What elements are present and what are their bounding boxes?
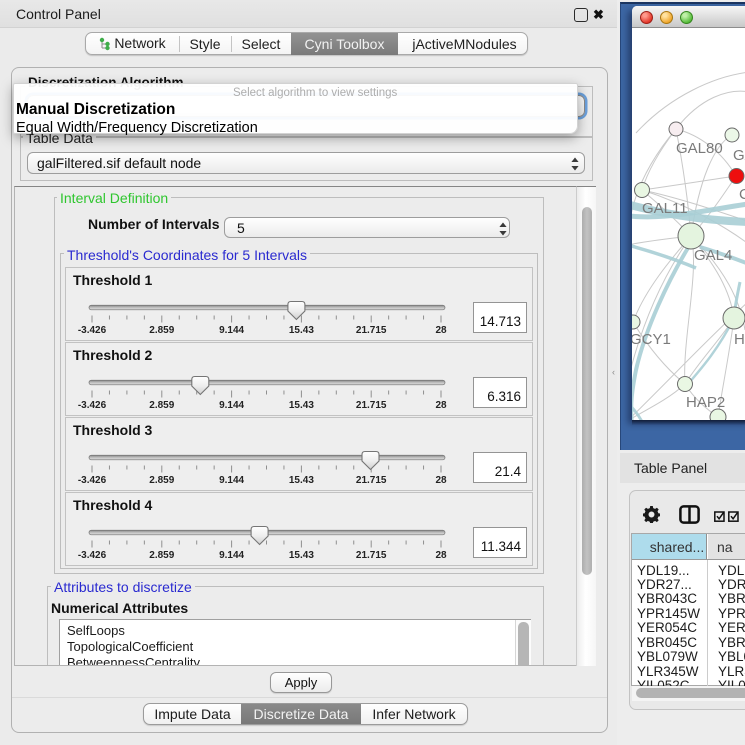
svg-text:GAL11: GAL11: [642, 200, 688, 217]
svg-text:28: 28: [435, 475, 447, 486]
svg-text:21.715: 21.715: [355, 325, 386, 336]
svg-text:H: H: [734, 331, 745, 348]
svg-text:28: 28: [435, 400, 447, 411]
svg-text:15.43: 15.43: [288, 475, 313, 486]
svg-text:21.715: 21.715: [355, 550, 386, 561]
svg-text:9.144: 9.144: [219, 475, 244, 486]
svg-text:HAP2: HAP2: [686, 394, 725, 411]
svg-text:-3.426: -3.426: [77, 400, 106, 411]
svg-text:GAL4: GAL4: [694, 247, 732, 264]
svg-text:28: 28: [435, 550, 447, 561]
svg-text:9.144: 9.144: [219, 550, 244, 561]
svg-text:9.144: 9.144: [219, 400, 244, 411]
svg-text:2.859: 2.859: [149, 325, 174, 336]
svg-text:GAL80: GAL80: [676, 140, 723, 157]
svg-text:-3.426: -3.426: [77, 475, 106, 486]
svg-text:15.43: 15.43: [288, 400, 313, 411]
svg-text:21.715: 21.715: [355, 475, 386, 486]
svg-text:2.859: 2.859: [149, 475, 174, 486]
svg-text:2.859: 2.859: [149, 400, 174, 411]
svg-text:15.43: 15.43: [288, 550, 313, 561]
svg-text:C: C: [739, 186, 745, 203]
svg-text:9.144: 9.144: [219, 325, 244, 336]
svg-text:GCY1: GCY1: [632, 331, 671, 348]
svg-text:15.43: 15.43: [288, 325, 313, 336]
svg-text:-3.426: -3.426: [77, 550, 106, 561]
svg-text:2.859: 2.859: [149, 550, 174, 561]
svg-text:-3.426: -3.426: [77, 325, 106, 336]
svg-text:GA: GA: [733, 147, 745, 164]
svg-text:21.715: 21.715: [355, 400, 386, 411]
svg-text:28: 28: [435, 325, 447, 336]
